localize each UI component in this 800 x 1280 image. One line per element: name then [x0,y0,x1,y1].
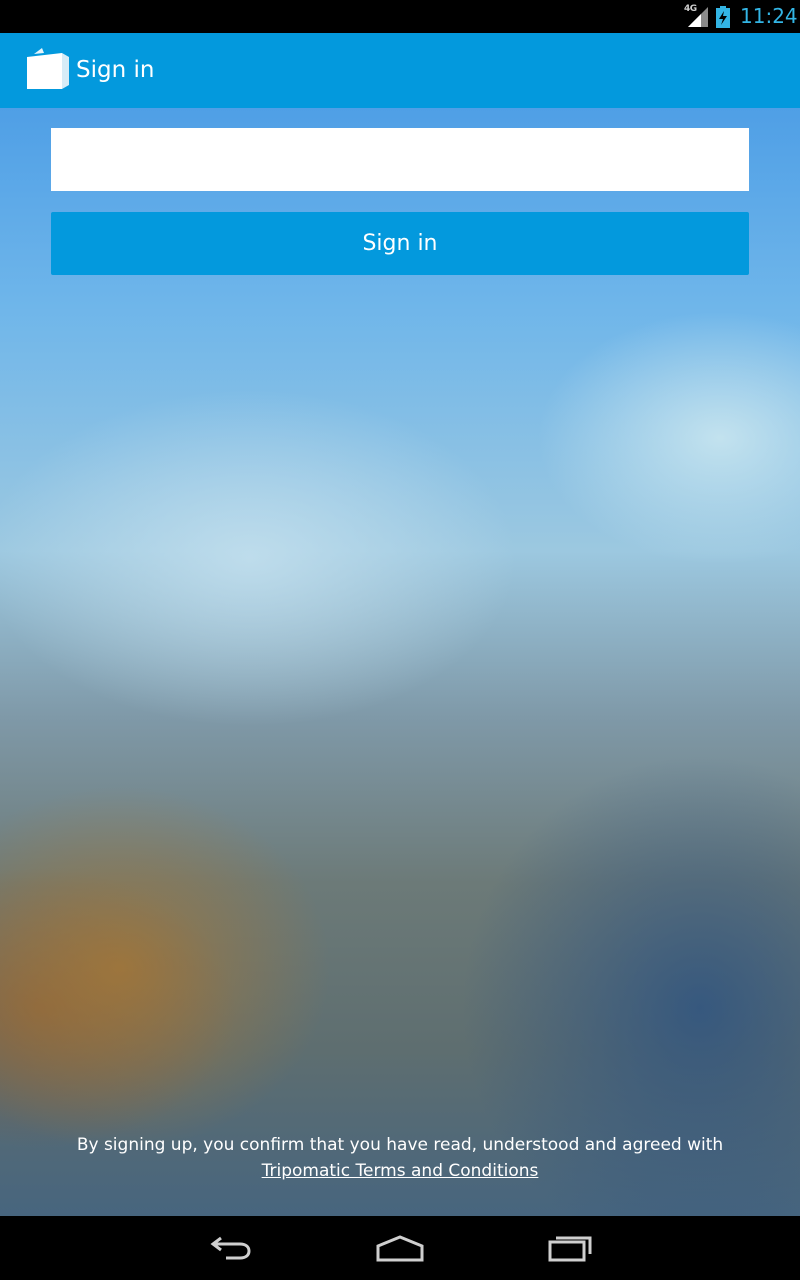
terms-text: By signing up, you confirm that you have… [76,1135,724,1155]
status-bar: 4G 11:24 [0,0,800,33]
home-icon[interactable] [374,1230,426,1266]
shopping-bag-logo-icon[interactable] [24,47,70,91]
terms-link[interactable]: Tripomatic Terms and Conditions [262,1158,539,1184]
back-icon[interactable] [204,1230,254,1266]
sign-in-content: Sign in By signing up, you confirm that … [0,108,800,1216]
app-bar: Sign in [0,33,800,108]
recent-apps-icon[interactable] [546,1230,596,1266]
terms-notice: By signing up, you confirm that you have… [0,1132,800,1184]
sign-in-button[interactable]: Sign in [51,212,749,275]
email-input[interactable] [51,128,749,191]
navigation-bar [0,1216,800,1280]
signal-icon [688,7,708,27]
battery-charging-icon [716,6,730,28]
clock: 11:24 [740,4,798,28]
page-title: Sign in [76,57,155,83]
